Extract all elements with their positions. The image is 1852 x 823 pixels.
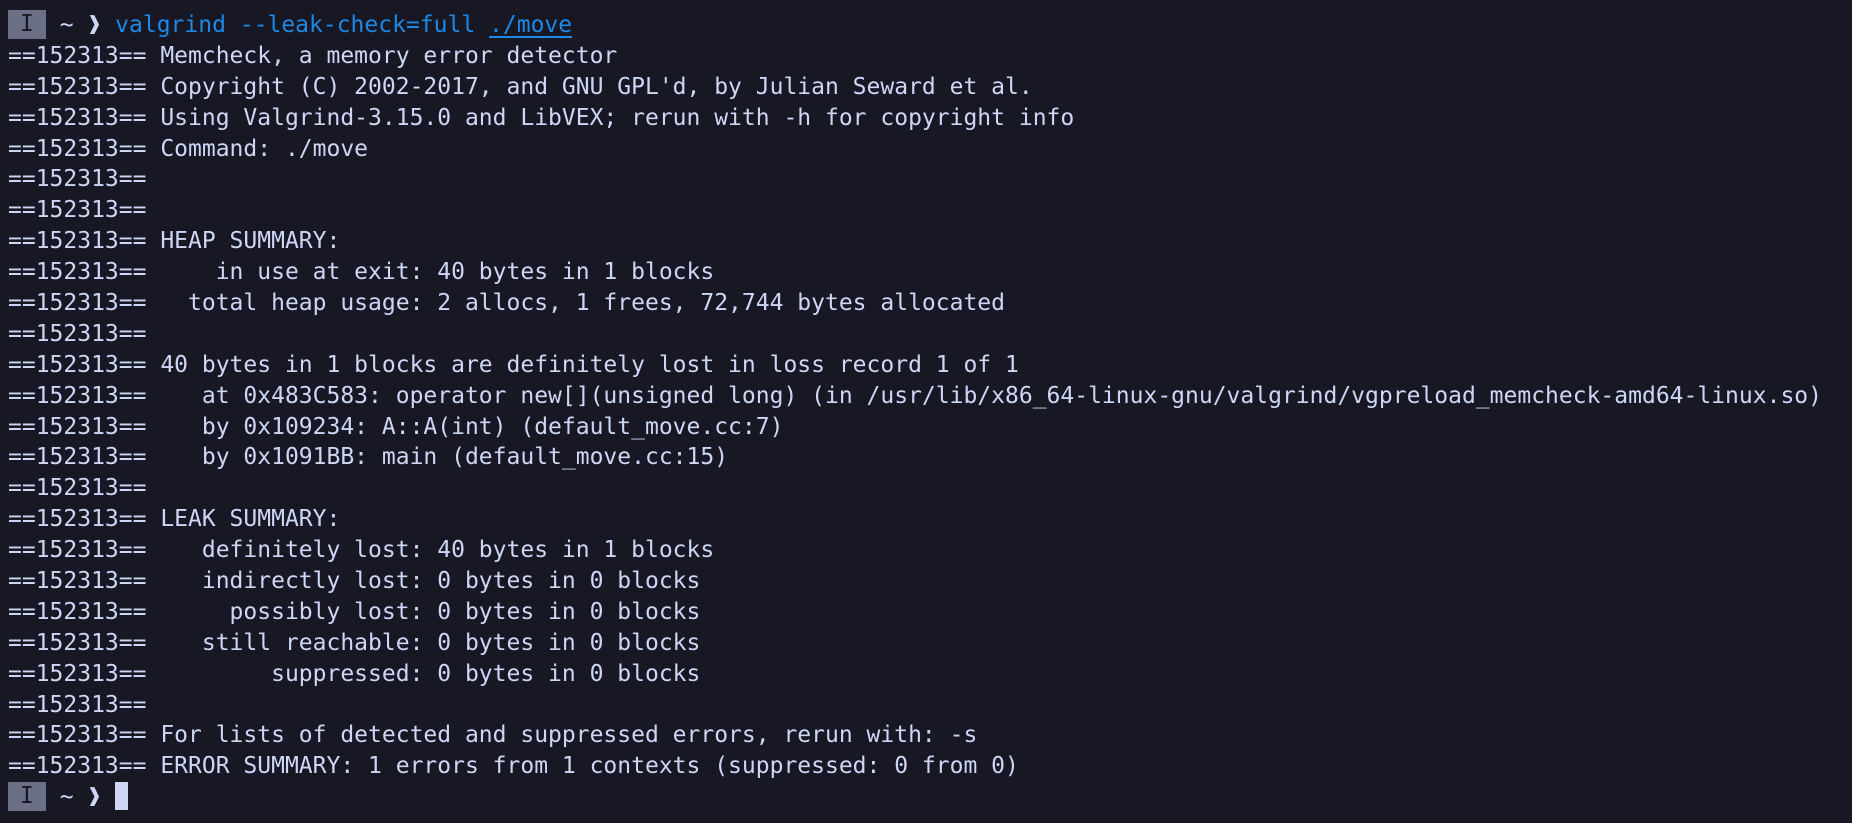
vi-mode-badge: I: [8, 782, 46, 812]
output-block: ==152313== Memcheck, a memory error dete…: [8, 41, 1852, 782]
output-line: ==152313== in use at exit: 40 bytes in 1…: [8, 259, 715, 286]
output-line: ==152313== Memcheck, a memory error dete…: [8, 42, 618, 69]
output-line: ==152313== Command: ./move: [8, 135, 369, 162]
output-line: ==152313== LEAK SUMMARY:: [8, 506, 341, 533]
prompt-cwd: ~: [59, 12, 74, 38]
output-line: ==152313==: [8, 320, 147, 347]
command-argument-link[interactable]: ./move: [489, 12, 572, 38]
prompt-arrow-icon: ❱: [87, 784, 102, 811]
output-line: ==152313==: [8, 197, 147, 224]
command-text: valgrind --leak-check=full: [115, 12, 476, 38]
vi-mode-badge: I: [8, 10, 46, 39]
output-line: ==152313== still reachable: 0 bytes in 0…: [8, 629, 701, 656]
output-line: ==152313== ERROR SUMMARY: 1 errors from …: [8, 753, 1019, 780]
output-line: ==152313== Copyright (C) 2002-2017, and …: [8, 73, 1033, 100]
output-line: ==152313==: [8, 691, 147, 718]
output-line: ==152313== 40 bytes in 1 blocks are defi…: [8, 351, 1019, 378]
prompt-line: I ~ ❱ valgrind --leak-check=full ./move: [8, 10, 1852, 41]
output-line: ==152313== by 0x109234: A::A(int) (defau…: [8, 413, 784, 440]
output-line: ==152313== by 0x1091BB: main (default_mo…: [8, 444, 729, 471]
prompt-arrow-icon: ❱: [87, 12, 102, 38]
terminal-window[interactable]: I ~ ❱ valgrind --leak-check=full ./move …: [0, 0, 1852, 823]
output-line: ==152313==: [8, 166, 147, 193]
output-line: ==152313== indirectly lost: 0 bytes in 0…: [8, 568, 701, 595]
output-line: ==152313== suppressed: 0 bytes in 0 bloc…: [8, 660, 701, 687]
output-line: ==152313==: [8, 475, 147, 502]
text-cursor[interactable]: [115, 782, 129, 810]
output-line: ==152313== total heap usage: 2 allocs, 1…: [8, 290, 1005, 317]
output-line: ==152313== at 0x483C583: operator new[](…: [8, 382, 1822, 409]
output-line: ==152313== For lists of detected and sup…: [8, 722, 978, 749]
output-line: ==152313== definitely lost: 40 bytes in …: [8, 537, 715, 564]
output-line: ==152313== HEAP SUMMARY:: [8, 228, 341, 255]
output-line: ==152313== Using Valgrind-3.15.0 and Lib…: [8, 104, 1075, 131]
output-line: ==152313== possibly lost: 0 bytes in 0 b…: [8, 598, 701, 625]
prompt-cwd: ~: [59, 784, 74, 811]
prompt-line-current[interactable]: I ~ ❱: [8, 782, 1852, 813]
